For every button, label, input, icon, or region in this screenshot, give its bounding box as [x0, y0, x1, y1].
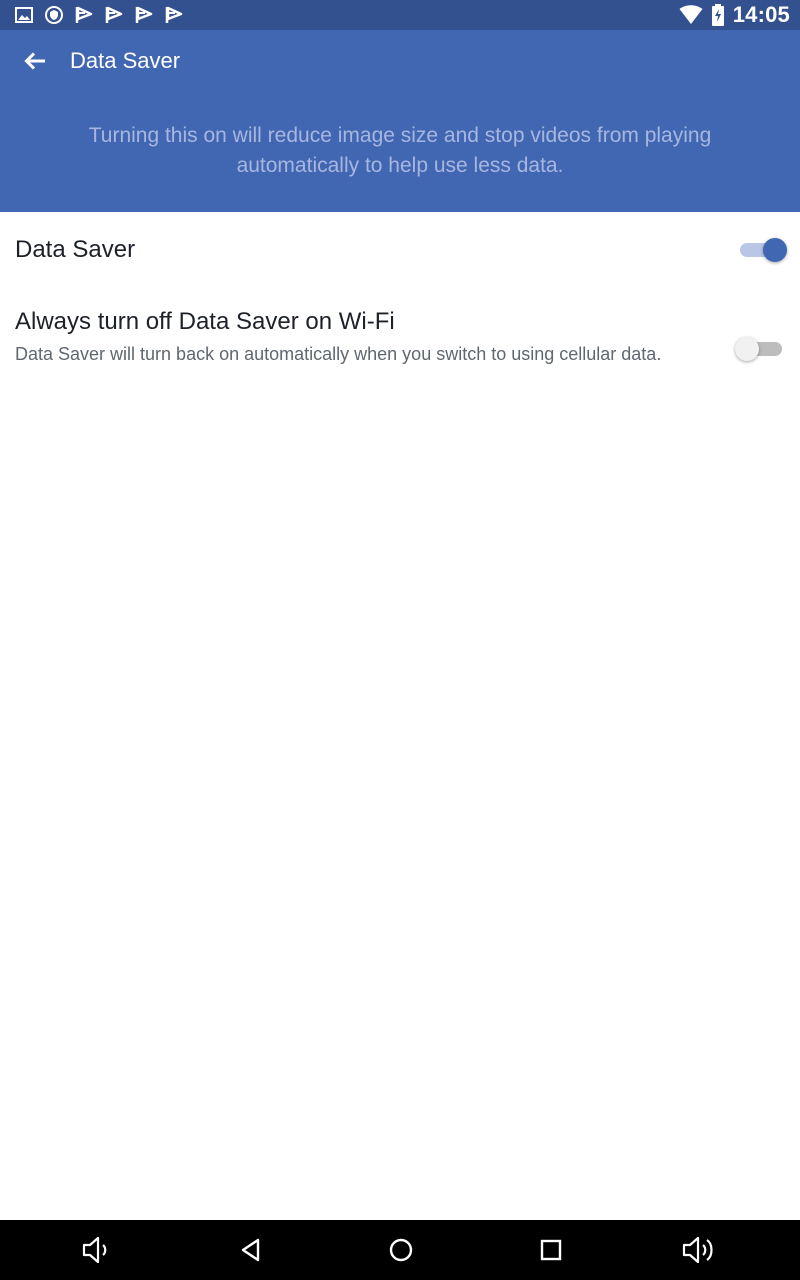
setting-title: Data Saver: [15, 236, 136, 263]
toggle-thumb: [735, 337, 759, 361]
nav-back-button[interactable]: [231, 1232, 271, 1268]
image-icon: [15, 7, 33, 23]
data-saver-toggle[interactable]: [738, 234, 787, 264]
home-circle-icon: [389, 1238, 413, 1262]
nav-home-button[interactable]: [381, 1232, 421, 1268]
volume-down-icon: [82, 1236, 107, 1264]
volume-down-button[interactable]: [78, 1232, 118, 1268]
recents-square-icon: [540, 1239, 562, 1261]
setting-title: Always turn off Data Saver on Wi-Fi: [15, 308, 395, 335]
flag-icon: [75, 6, 93, 23]
volume-up-button[interactable]: [680, 1232, 720, 1268]
back-arrow-icon: [24, 52, 45, 70]
nav-recents-button[interactable]: [531, 1232, 571, 1268]
battery-charging-icon: [711, 4, 724, 26]
back-button[interactable]: [18, 46, 52, 76]
wifi-data-saver-toggle[interactable]: [735, 333, 784, 363]
flag-icon: [135, 6, 153, 23]
app-bar: Data Saver Turning this on will reduce i…: [0, 30, 800, 212]
status-bar: 14:05: [0, 0, 800, 30]
toggle-thumb: [763, 238, 787, 262]
shield-icon: [45, 6, 63, 24]
volume-up-icon: [682, 1236, 713, 1264]
flag-icon: [165, 6, 183, 23]
setting-description: Data Saver will turn back on automatical…: [15, 344, 662, 364]
screen: 14:05 Data Saver Turning this on will re…: [0, 0, 800, 1280]
setting-wifi-off[interactable]: Always turn off Data Saver on Wi-Fi Data…: [0, 300, 800, 400]
page-description: Turning this on will reduce image size a…: [88, 124, 712, 177]
page-title: Data Saver: [70, 48, 181, 73]
status-time: 14:05: [732, 2, 790, 27]
flag-icon: [105, 6, 123, 23]
notification-icons: [14, 5, 194, 25]
system-icons: 14:05: [679, 0, 790, 30]
wifi-icon: [679, 5, 703, 24]
back-triangle-icon: [241, 1238, 260, 1262]
navigation-bar: [0, 1220, 800, 1280]
setting-data-saver[interactable]: Data Saver: [0, 212, 800, 290]
